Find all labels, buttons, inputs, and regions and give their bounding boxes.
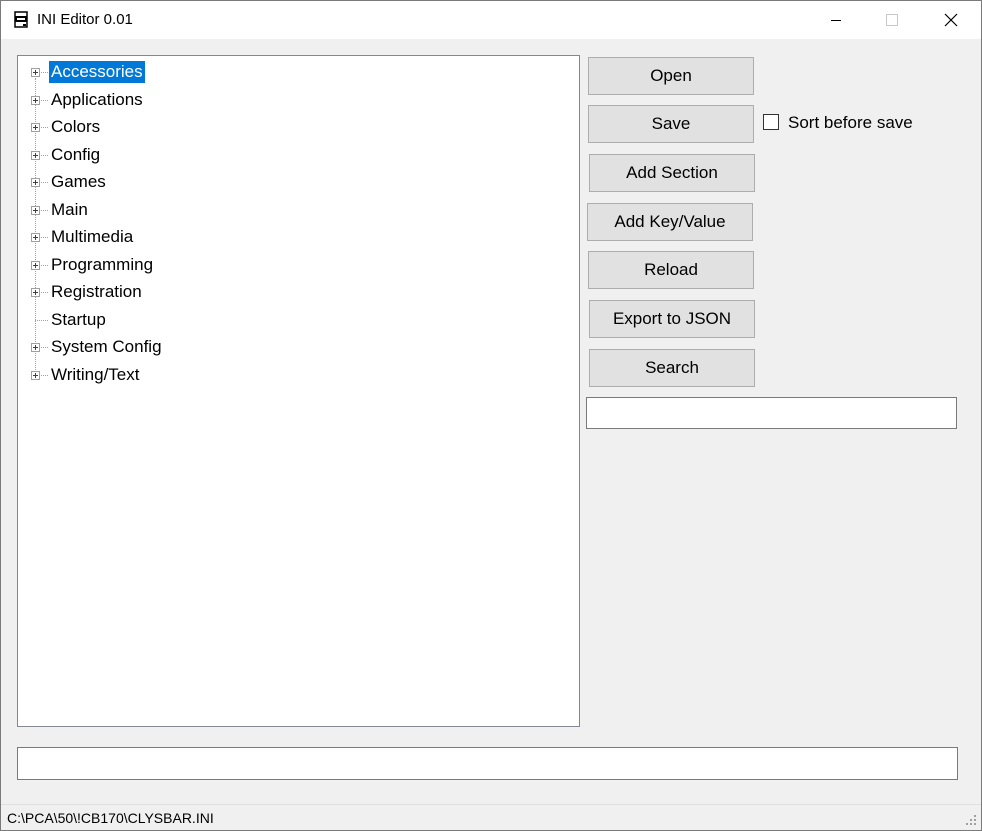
tree-item-applications[interactable]: Applications <box>18 88 418 112</box>
tree-item-label[interactable]: Config <box>49 144 102 166</box>
tree-connector <box>41 237 48 238</box>
expand-icon[interactable] <box>31 233 40 242</box>
tree-connector <box>41 127 48 128</box>
tree-item-accessories[interactable]: Accessories <box>18 60 418 84</box>
tree-connector <box>35 319 48 321</box>
expand-icon[interactable] <box>31 150 40 160</box>
maximize-button[interactable] <box>869 1 915 39</box>
export-json-button[interactable]: Export to JSON <box>589 300 755 338</box>
title-bar[interactable]: INI Editor 0.01 <box>1 1 981 39</box>
save-button[interactable]: Save <box>588 105 754 143</box>
expand-icon[interactable] <box>31 95 40 105</box>
tree-connector <box>41 209 48 211</box>
tree-item-system-config[interactable]: System Config <box>18 335 418 359</box>
tree-connector <box>41 182 48 183</box>
tree-item-label[interactable]: Accessories <box>49 61 145 83</box>
expand-icon[interactable] <box>31 123 40 132</box>
tree-item-label[interactable]: Colors <box>49 116 102 138</box>
tree-connector <box>41 154 48 156</box>
value-input[interactable] <box>17 747 958 780</box>
tree-connector <box>41 347 48 348</box>
tree-item-label[interactable]: Main <box>49 199 90 221</box>
expand-icon[interactable] <box>31 205 40 215</box>
tree-connector <box>41 374 48 376</box>
tree-item-label[interactable]: Registration <box>49 281 144 303</box>
expand-icon[interactable] <box>31 343 40 352</box>
tree-item-writing-text[interactable]: Writing/Text <box>18 363 418 387</box>
tree-item-games[interactable]: Games <box>18 170 418 194</box>
open-button[interactable]: Open <box>588 57 754 95</box>
tree-item-main[interactable]: Main <box>18 198 418 222</box>
tree-item-label[interactable]: System Config <box>49 336 164 358</box>
status-bar: C:\PCA\50\!CB170\CLYSBAR.INI <box>1 804 981 830</box>
tree-item-programming[interactable]: Programming <box>18 253 418 277</box>
sort-before-save-label[interactable]: Sort before save <box>788 113 913 133</box>
tree-connector <box>41 99 48 101</box>
close-icon <box>944 13 958 27</box>
tree-item-colors[interactable]: Colors <box>18 115 418 139</box>
tree-connector <box>41 264 48 266</box>
tree-item-label[interactable]: Applications <box>49 89 145 111</box>
search-button[interactable]: Search <box>589 349 755 387</box>
tree-item-label[interactable]: Startup <box>49 309 108 331</box>
expand-icon[interactable] <box>31 288 40 297</box>
sort-before-save-checkbox[interactable] <box>763 114 779 130</box>
resize-grip-icon[interactable] <box>965 814 977 826</box>
reload-button[interactable]: Reload <box>588 251 754 289</box>
tree-item-config[interactable]: Config <box>18 143 418 167</box>
tree-item-label[interactable]: Games <box>49 171 108 193</box>
expand-icon[interactable] <box>31 68 40 77</box>
minimize-icon <box>831 20 841 21</box>
maximize-icon <box>886 14 898 26</box>
tree-item-label[interactable]: Programming <box>49 254 155 276</box>
tree-item-multimedia[interactable]: Multimedia <box>18 225 418 249</box>
app-window: INI Editor 0.01 Accessories Applications… <box>0 0 982 831</box>
expand-icon[interactable] <box>31 178 40 187</box>
minimize-button[interactable] <box>813 1 859 39</box>
expand-icon[interactable] <box>31 260 40 270</box>
add-section-button[interactable]: Add Section <box>589 154 755 192</box>
close-button[interactable] <box>928 1 974 39</box>
section-tree[interactable]: Accessories Applications Colors Config G… <box>17 55 580 727</box>
expand-icon[interactable] <box>31 370 40 380</box>
tree-connector <box>41 72 48 73</box>
window-title: INI Editor 0.01 <box>37 11 133 28</box>
search-input[interactable] <box>586 397 957 429</box>
tree-item-startup[interactable]: Startup <box>18 308 418 332</box>
ini-file-icon <box>14 11 28 28</box>
tree-item-label[interactable]: Multimedia <box>49 226 135 248</box>
tree-item-registration[interactable]: Registration <box>18 280 418 304</box>
file-path-label: C:\PCA\50\!CB170\CLYSBAR.INI <box>7 810 214 826</box>
add-key-value-button[interactable]: Add Key/Value <box>587 203 753 241</box>
tree-connector <box>41 292 48 293</box>
tree-item-label[interactable]: Writing/Text <box>49 364 142 386</box>
